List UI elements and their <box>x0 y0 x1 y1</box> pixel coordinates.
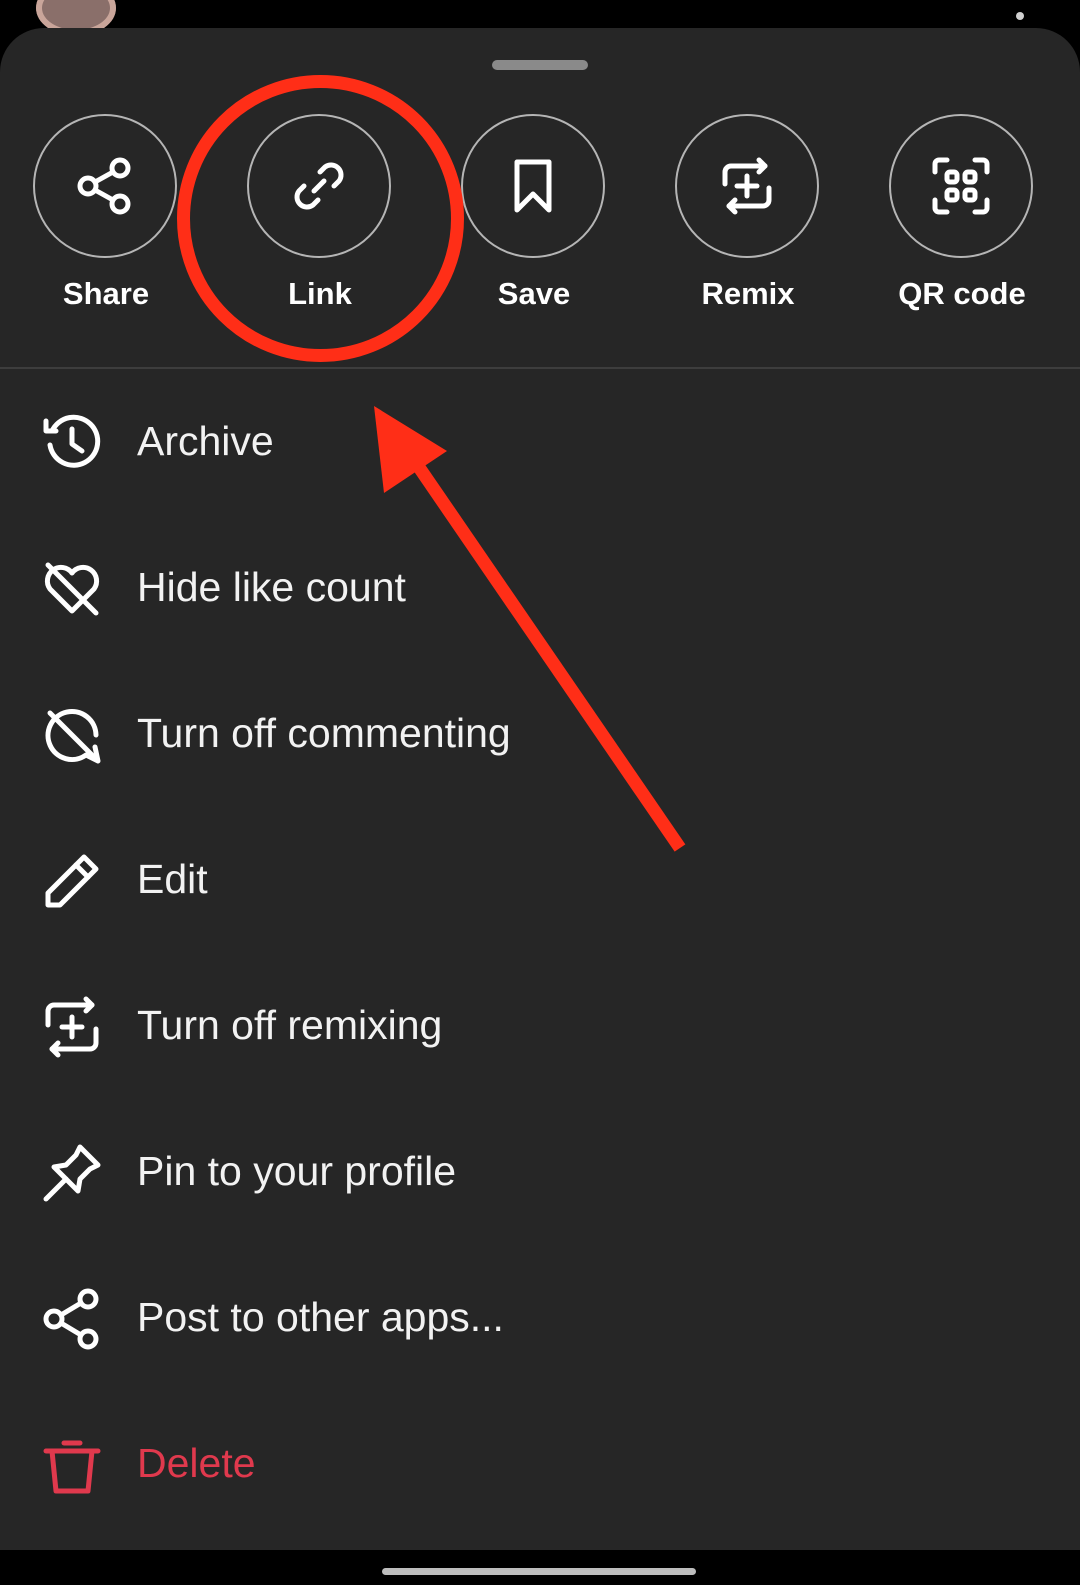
share-icon <box>43 1288 99 1350</box>
qr-code-circle <box>889 114 1033 258</box>
link-circle <box>247 114 391 258</box>
menu-item-label: Hide like count <box>137 564 406 610</box>
link-icon <box>294 162 344 210</box>
bookmark-icon <box>514 159 552 213</box>
menu-item-label: Delete <box>137 1440 256 1486</box>
qr-code-icon <box>932 157 990 215</box>
menu-item-delete[interactable]: Delete <box>0 1392 1080 1538</box>
heart-off-icon <box>44 562 100 616</box>
menu-item-edit[interactable]: Edit <box>0 808 1080 954</box>
qr-code-label: QR code <box>898 276 1026 311</box>
menu-item-hide-like-count[interactable]: Hide like count <box>0 516 1080 662</box>
share-label: Share <box>62 276 150 311</box>
menu-item-archive[interactable]: Archive <box>0 370 1080 516</box>
menu-item-label: Turn off remixing <box>137 1002 443 1048</box>
remix-label: Remix <box>701 276 795 311</box>
menu-item-post-to-other-apps[interactable]: Post to other apps... <box>0 1246 1080 1392</box>
share-button[interactable]: Share <box>6 114 206 334</box>
menu-item-pin-to-profile[interactable]: Pin to your profile <box>0 1100 1080 1246</box>
trash-icon <box>43 1440 101 1494</box>
bottom-sheet: Share Link Save Remix QR code Archive Hi… <box>0 28 1080 1550</box>
save-label: Save <box>497 276 571 311</box>
remix-icon <box>45 996 99 1058</box>
share-circle <box>33 114 177 258</box>
menu-item-turn-off-remixing[interactable]: Turn off remixing <box>0 954 1080 1100</box>
divider <box>0 367 1080 369</box>
menu-item-label: Post to other apps... <box>137 1294 504 1340</box>
link-button[interactable]: Link <box>220 114 420 334</box>
archive-clock-icon <box>43 414 101 468</box>
menu-item-label: Edit <box>137 856 208 902</box>
menu-item-label: Archive <box>137 418 274 464</box>
remix-button[interactable]: Remix <box>648 114 848 334</box>
home-gesture-pill[interactable] <box>382 1568 696 1575</box>
menu-item-turn-off-commenting[interactable]: Turn off commenting <box>0 662 1080 808</box>
system-nav-bar <box>0 1550 1080 1585</box>
overflow-dot <box>1016 12 1024 20</box>
quick-actions-row: Share Link Save Remix QR code <box>0 114 1080 366</box>
save-circle <box>461 114 605 258</box>
remix-icon <box>722 157 772 215</box>
link-label: Link <box>288 276 352 311</box>
comment-off-icon <box>45 709 101 764</box>
pencil-icon <box>45 854 99 908</box>
remix-circle <box>675 114 819 258</box>
sheet-drag-handle[interactable] <box>492 60 588 70</box>
menu-item-label: Turn off commenting <box>137 710 511 756</box>
share-icon <box>77 157 131 215</box>
save-button[interactable]: Save <box>434 114 634 334</box>
pin-icon <box>43 1144 101 1202</box>
qr-code-button[interactable]: QR code <box>862 114 1062 334</box>
menu-item-label: Pin to your profile <box>137 1148 457 1194</box>
